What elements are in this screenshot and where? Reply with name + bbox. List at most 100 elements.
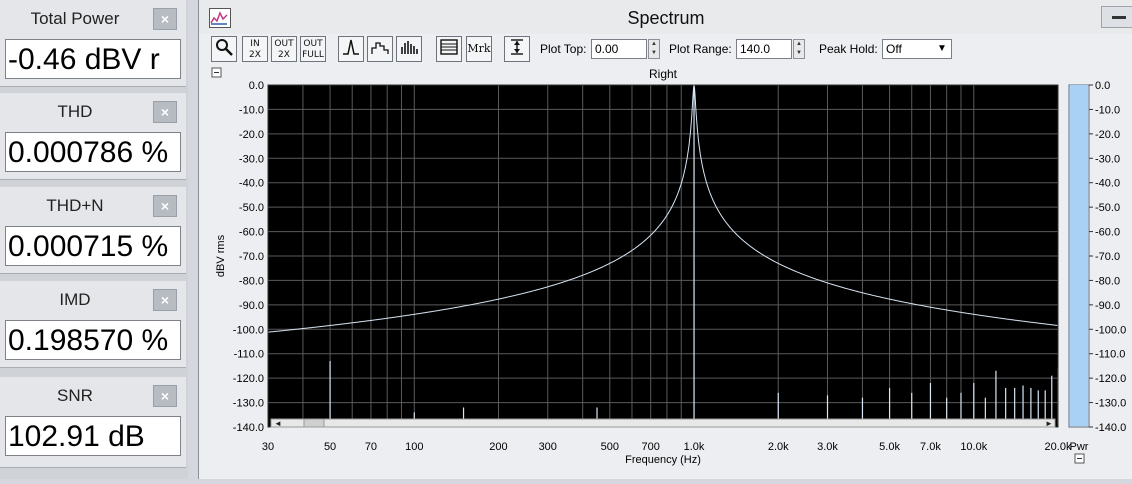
- meter-value: 0.198570 %: [5, 320, 181, 360]
- y-tick-label: -40.0: [239, 178, 264, 190]
- plot-frame: Right 0.0 -10.0 -20.0 -30.0 -40.0 -50.0 -60.0 -7…: [209, 66, 1132, 479]
- plot-top-label: Plot Top:: [540, 42, 587, 56]
- x-tick-label: 2.0k: [768, 441, 789, 453]
- meter-snr: SNR × 102.91 dB: [0, 377, 186, 468]
- meter-panel-column: Total Power × -0.46 dBV r THD × 0.000786…: [0, 0, 188, 479]
- y-tick-label: -50.0: [239, 202, 264, 214]
- x-tick-label: 20.0k: [1045, 441, 1072, 453]
- close-icon[interactable]: ×: [153, 385, 177, 407]
- chart-title: Right: [649, 67, 678, 81]
- meter-thd: THD × 0.000786 %: [0, 93, 186, 180]
- close-icon[interactable]: ×: [153, 195, 177, 217]
- meter-value: -0.46 dBV r: [5, 39, 181, 79]
- line-graph-icon[interactable]: [338, 36, 364, 62]
- y-axis-label: dBV rms: [215, 234, 227, 277]
- y-tick-label: -120.0: [233, 373, 264, 385]
- autoscale-icon[interactable]: [504, 36, 530, 62]
- minimize-icon: [1112, 16, 1126, 19]
- meter-thd-n: THD+N × 0.000715 %: [0, 187, 186, 274]
- bar-outline-icon[interactable]: [367, 36, 393, 62]
- meter-title: Total Power: [30, 9, 120, 28]
- chevron-down-icon: ▼: [937, 43, 947, 54]
- zoom-in-2x-icon[interactable]: IN 2X: [242, 36, 268, 62]
- y-tick-label: -30.0: [239, 153, 264, 165]
- spectrum-window: Spectrum IN 2X OUT 2X OUT FULL Mrk Plot Top…: [198, 0, 1132, 479]
- power-meter-tick-label: -20.0: [1095, 129, 1120, 141]
- x-axis-label: Frequency (Hz): [625, 454, 701, 466]
- meter-title: THD+N: [46, 196, 104, 215]
- spectrum-chart: Right 0.0 -10.0 -20.0 -30.0 -40.0 -50.0 -60.0 -7…: [211, 67, 1126, 466]
- peak-hold-label: Peak Hold:: [819, 42, 878, 56]
- bar-filled-icon[interactable]: [396, 36, 422, 62]
- y-tick-label: -130.0: [233, 398, 264, 410]
- x-tick-label: 3.0k: [817, 441, 838, 453]
- table-icon[interactable]: [436, 36, 462, 62]
- plot-range-spinner[interactable]: ▲ ▼: [793, 39, 805, 59]
- x-tick-label: 700: [642, 441, 660, 453]
- close-icon[interactable]: ×: [153, 8, 177, 30]
- marker-button[interactable]: Mrk: [466, 36, 492, 62]
- toolbar: IN 2X OUT 2X OUT FULL Mrk Plot Top: 0.00 ▲ ▼…: [199, 34, 1132, 64]
- meter-total-power: Total Power × -0.46 dBV r: [0, 0, 186, 87]
- x-tick-label: 200: [489, 441, 507, 453]
- meter-title: THD: [57, 102, 93, 121]
- x-tick-label: 1.0k: [684, 441, 705, 453]
- x-tick-label: 7.0k: [920, 441, 941, 453]
- power-meter-tick-label: -130.0: [1095, 398, 1126, 410]
- power-meter-tick-label: -10.0: [1095, 104, 1120, 116]
- meter-value: 0.000715 %: [5, 226, 181, 266]
- zoom-out-full-icon[interactable]: OUT FULL: [300, 36, 326, 62]
- y-tick-label: -60.0: [239, 227, 264, 239]
- x-tick-label: 500: [601, 441, 619, 453]
- peak-hold-value: Off: [886, 42, 902, 56]
- y-tick-label: -20.0: [239, 129, 264, 141]
- x-tick-label: 5.0k: [879, 441, 900, 453]
- plot-range-input[interactable]: 140.0: [736, 39, 792, 59]
- y-tick-label: -10.0: [239, 104, 264, 116]
- peak-hold-select[interactable]: Off ▼: [882, 39, 952, 59]
- power-meter-tick-label: -30.0: [1095, 153, 1120, 165]
- power-meter-tick-label: -80.0: [1095, 275, 1120, 287]
- meter-value: 0.000786 %: [5, 132, 181, 172]
- title-bar: Spectrum: [199, 0, 1132, 34]
- power-meter-tick-label: -100.0: [1095, 324, 1126, 336]
- x-tick-label: 10.0k: [960, 441, 987, 453]
- y-tick-label: -140.0: [233, 422, 264, 434]
- power-meter-tick-label: -120.0: [1095, 373, 1126, 385]
- close-icon[interactable]: ×: [153, 101, 177, 123]
- y-tick-label: -110.0: [234, 349, 264, 361]
- power-meter-tick-label: -70.0: [1095, 251, 1120, 263]
- scroll-right-icon: ►: [1045, 419, 1053, 428]
- plot-top-input[interactable]: 0.00: [591, 39, 647, 59]
- power-meter-tick-label: -50.0: [1095, 202, 1120, 214]
- x-tick-label: 30: [262, 441, 274, 453]
- x-tick-label: 100: [405, 441, 423, 453]
- y-tick-label: 0.0: [249, 80, 264, 92]
- power-meter-tick-label: -90.0: [1095, 300, 1120, 312]
- zoom-out-2x-icon[interactable]: OUT 2X: [271, 36, 297, 62]
- power-meter-label: Pwr: [1070, 441, 1089, 453]
- y-tick-label: -80.0: [239, 275, 264, 287]
- scrollbar-thumb: [303, 418, 325, 428]
- y-tick-label: -90.0: [239, 300, 264, 312]
- power-meter-tick-label: -140.0: [1095, 422, 1126, 434]
- power-meter-fill: [1070, 85, 1088, 426]
- scroll-left-icon: ◄: [274, 419, 282, 428]
- minimize-button[interactable]: [1101, 6, 1132, 28]
- plot-top-spinner[interactable]: ▲ ▼: [648, 39, 660, 59]
- window-title: Spectrum: [627, 8, 705, 28]
- y-tick-label: -100.0: [233, 324, 264, 336]
- meter-imd: IMD × 0.198570 %: [0, 281, 186, 368]
- power-meter-tick-label: -110.0: [1095, 349, 1125, 361]
- power-meter-tick-label: -60.0: [1095, 227, 1120, 239]
- x-tick-label: 50: [324, 441, 336, 453]
- power-meter-tick-label: 0.0: [1095, 80, 1110, 92]
- zoom-icon[interactable]: [211, 36, 237, 62]
- x-tick-label: 300: [539, 441, 557, 453]
- close-icon[interactable]: ×: [153, 289, 177, 311]
- horizontal-scrollbar: [270, 418, 1056, 428]
- meter-value: 102.91 dB: [5, 416, 181, 456]
- x-tick-label: 70: [365, 441, 377, 453]
- plot-range-label: Plot Range:: [669, 42, 732, 56]
- meter-title: SNR: [57, 386, 93, 405]
